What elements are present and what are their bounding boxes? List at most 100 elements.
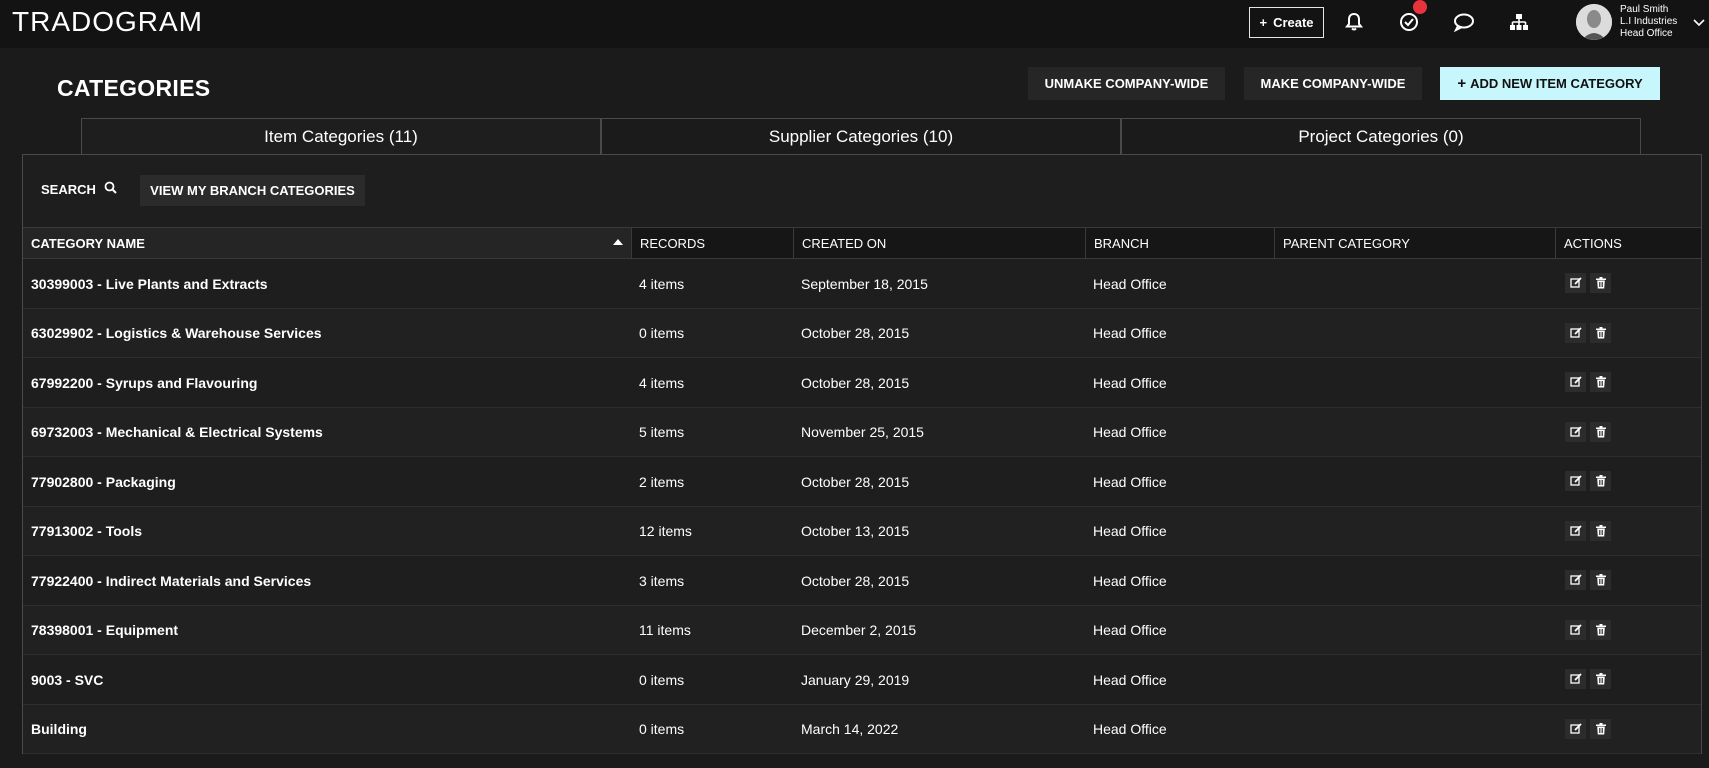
created-on-cell: October 28, 2015	[801, 572, 910, 589]
trash-icon[interactable]	[1590, 619, 1611, 640]
column-header-branch[interactable]: BRANCH	[1085, 228, 1274, 258]
table-row[interactable]: 77913002 - Tools 12 items October 13, 2015…	[23, 506, 1701, 556]
column-header-category-name[interactable]: CATEGORY NAME	[23, 228, 631, 258]
edit-icon[interactable]	[1565, 570, 1586, 590]
category-name-cell: 30399003 - Live Plants and Extracts	[31, 275, 268, 292]
top-bar: TRADOGRAM + Create Paul Smith L.I Indust…	[0, 0, 1709, 48]
parent-category-cell	[1274, 606, 1282, 655]
edit-icon[interactable]	[1565, 520, 1586, 541]
page-title: CATEGORIES	[57, 75, 211, 101]
search-icon	[104, 181, 117, 197]
edit-icon[interactable]	[1565, 322, 1586, 343]
table-row[interactable]: 69732003 - Mechanical & Electrical Syste…	[23, 407, 1701, 457]
trash-icon[interactable]	[1590, 471, 1611, 491]
category-name-cell: 63029902 - Logistics & Warehouse Service…	[31, 325, 322, 341]
branch-cell: Head Office	[1093, 374, 1167, 391]
table-row[interactable]: 63029902 - Logistics & Warehouse Service…	[23, 308, 1701, 358]
chat-bubble-icon[interactable]	[1452, 10, 1476, 34]
trash-icon[interactable]	[1590, 669, 1611, 689]
bell-icon[interactable]	[1342, 10, 1366, 34]
edit-icon[interactable]	[1565, 718, 1586, 739]
trash-icon[interactable]	[1590, 322, 1611, 343]
column-header-label: CATEGORY NAME	[31, 235, 145, 251]
category-name-cell: 69732003 - Mechanical & Electrical Syste…	[31, 424, 323, 440]
add-category-label: ADD NEW ITEM CATEGORY	[1470, 76, 1643, 91]
column-header-actions: ACTIONS	[1555, 228, 1701, 258]
trash-icon[interactable]	[1590, 718, 1611, 739]
trash-icon[interactable]	[1590, 372, 1611, 392]
make-company-wide-button[interactable]: MAKE COMPANY-WIDE	[1244, 67, 1422, 100]
avatar[interactable]	[1576, 4, 1612, 40]
category-name-cell: 67992200 - Syrups and Flavouring	[31, 374, 258, 391]
records-cell: 0 items	[639, 671, 685, 688]
branch-cell: Head Office	[1093, 572, 1167, 589]
created-on-cell: December 2, 2015	[801, 622, 917, 638]
records-cell: 3 items	[639, 572, 685, 589]
parent-category-cell	[1274, 408, 1282, 457]
trash-icon[interactable]	[1590, 421, 1611, 442]
branch-cell: Head Office	[1093, 523, 1167, 539]
trash-icon[interactable]	[1590, 520, 1611, 541]
records-cell: 12 items	[639, 523, 692, 539]
branch-cell: Head Office	[1093, 473, 1167, 490]
categories-table: CATEGORY NAME RECORDS CREATED ON BRANCH …	[23, 227, 1701, 754]
unmake-company-wide-button[interactable]: UNMAKE COMPANY-WIDE	[1028, 67, 1225, 100]
parent-category-cell	[1274, 259, 1282, 308]
view-my-branch-categories-button[interactable]: VIEW MY BRANCH CATEGORIES	[140, 175, 365, 206]
plus-icon: +	[1457, 75, 1467, 92]
parent-category-cell	[1274, 457, 1282, 506]
search-label: SEARCH	[41, 181, 96, 197]
create-plus: +	[1259, 15, 1268, 30]
branch-cell: Head Office	[1093, 424, 1167, 440]
chevron-down-icon[interactable]	[1693, 14, 1705, 32]
table-row[interactable]: 78398001 - Equipment 11 items December 2, …	[23, 605, 1701, 655]
edit-icon[interactable]	[1565, 273, 1586, 293]
records-cell: 0 items	[639, 325, 685, 341]
org-chart-icon[interactable]	[1507, 10, 1531, 34]
edit-icon[interactable]	[1565, 669, 1586, 689]
column-header-parent-category[interactable]: PARENT CATEGORY	[1274, 228, 1555, 258]
tab-project-categories[interactable]: Project Categories (0)	[1121, 118, 1641, 155]
edit-icon[interactable]	[1565, 372, 1586, 392]
trash-icon[interactable]	[1590, 570, 1611, 590]
user-info[interactable]: Paul Smith L.I Industries Head Office	[1620, 4, 1677, 40]
trash-icon[interactable]	[1590, 273, 1611, 293]
parent-category-cell	[1274, 507, 1282, 556]
table-row[interactable]: 9003 - SVC 0 items January 29, 2019 Head Of…	[23, 655, 1701, 705]
user-company: L.I Industries	[1620, 16, 1678, 27]
table-body: 30399003 - Live Plants and Extracts 4 ite…	[23, 259, 1701, 754]
search-toggle[interactable]: SEARCH	[41, 181, 117, 197]
table-row[interactable]: 67992200 - Syrups and Flavouring 4 items O…	[23, 358, 1701, 408]
records-cell: 4 items	[639, 374, 685, 391]
branch-cell: Head Office	[1093, 622, 1167, 638]
add-new-item-category-button[interactable]: + ADD NEW ITEM CATEGORY	[1440, 67, 1660, 100]
column-header-records[interactable]: RECORDS	[631, 228, 793, 258]
table-row[interactable]: Building 0 items March 14, 2022 Head Office	[23, 704, 1701, 754]
edit-icon[interactable]	[1565, 421, 1586, 442]
records-cell: 2 items	[639, 473, 685, 490]
edit-icon[interactable]	[1565, 619, 1586, 640]
category-name-cell: 77913002 - Tools	[31, 523, 143, 539]
branch-cell: Head Office	[1093, 671, 1167, 688]
records-cell: 5 items	[639, 424, 685, 440]
parent-category-cell	[1274, 309, 1282, 358]
table-row[interactable]: 30399003 - Live Plants and Extracts 4 ite…	[23, 259, 1701, 309]
table-row[interactable]: 77902800 - Packaging 2 items October 28, 2…	[23, 457, 1701, 507]
created-on-cell: March 14, 2022	[801, 721, 899, 737]
parent-category-cell	[1274, 556, 1282, 605]
category-name-cell: 77922400 - Indirect Materials and Servic…	[31, 572, 312, 589]
column-header-created-on[interactable]: CREATED ON	[793, 228, 1085, 258]
sort-ascending-icon	[613, 239, 623, 245]
records-cell: 11 items	[639, 622, 691, 638]
create-button[interactable]: + Create	[1249, 7, 1324, 38]
category-name-cell: 77902800 - Packaging	[31, 473, 176, 490]
edit-icon[interactable]	[1565, 471, 1586, 491]
tab-supplier-categories[interactable]: Supplier Categories (10)	[601, 118, 1121, 155]
parent-category-cell	[1274, 358, 1282, 407]
app-logo[interactable]: TRADOGRAM	[12, 6, 203, 38]
notification-badge	[1413, 0, 1427, 14]
table-row[interactable]: 77922400 - Indirect Materials and Servic…	[23, 556, 1701, 606]
table-header: CATEGORY NAME RECORDS CREATED ON BRANCH …	[23, 227, 1701, 259]
created-on-cell: September 18, 2015	[801, 275, 928, 292]
tab-item-categories[interactable]: Item Categories (11)	[81, 118, 601, 155]
